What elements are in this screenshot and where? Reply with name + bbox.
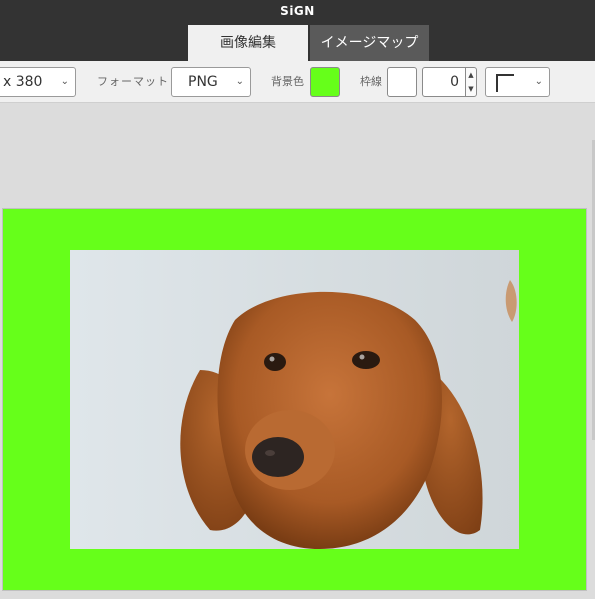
border-color-swatch[interactable] (387, 67, 417, 97)
format-value: PNG (188, 74, 218, 90)
background-color-swatch[interactable] (310, 67, 340, 97)
spin-up-icon[interactable]: ▲ (466, 68, 476, 82)
dog-image (70, 250, 519, 549)
format-label: フォーマット (97, 75, 169, 88)
corner-square-icon (496, 74, 514, 92)
title-bar: SiGN 画像編集 イメージマップ (0, 0, 595, 61)
size-value: x 380 (3, 74, 43, 90)
border-label: 枠線 (360, 75, 382, 88)
tab-image-map[interactable]: イメージマップ (310, 25, 429, 61)
dog-photo (70, 250, 519, 549)
chevron-down-icon: ⌄ (534, 76, 543, 87)
preview-canvas (2, 208, 587, 591)
app-title: SiGN (280, 4, 315, 18)
border-width-spinner: ▲ ▼ (465, 67, 477, 97)
chevron-down-icon: ⌄ (235, 76, 244, 87)
format-select[interactable]: PNG ⌄ (171, 67, 251, 97)
tab-image-edit[interactable]: 画像編集 (188, 25, 308, 61)
border-width-input[interactable]: 0 (422, 67, 466, 97)
chevron-down-icon: ⌄ (60, 76, 69, 87)
size-select[interactable]: x 380 ⌄ (0, 67, 76, 97)
toolbar: x 380 ⌄ フォーマット PNG ⌄ 背景色 枠線 0 ▲ ▼ ⌄ (0, 61, 595, 103)
spin-down-icon[interactable]: ▼ (466, 82, 476, 96)
corner-style-select[interactable]: ⌄ (485, 67, 550, 97)
background-color-label: 背景色 (271, 75, 304, 88)
